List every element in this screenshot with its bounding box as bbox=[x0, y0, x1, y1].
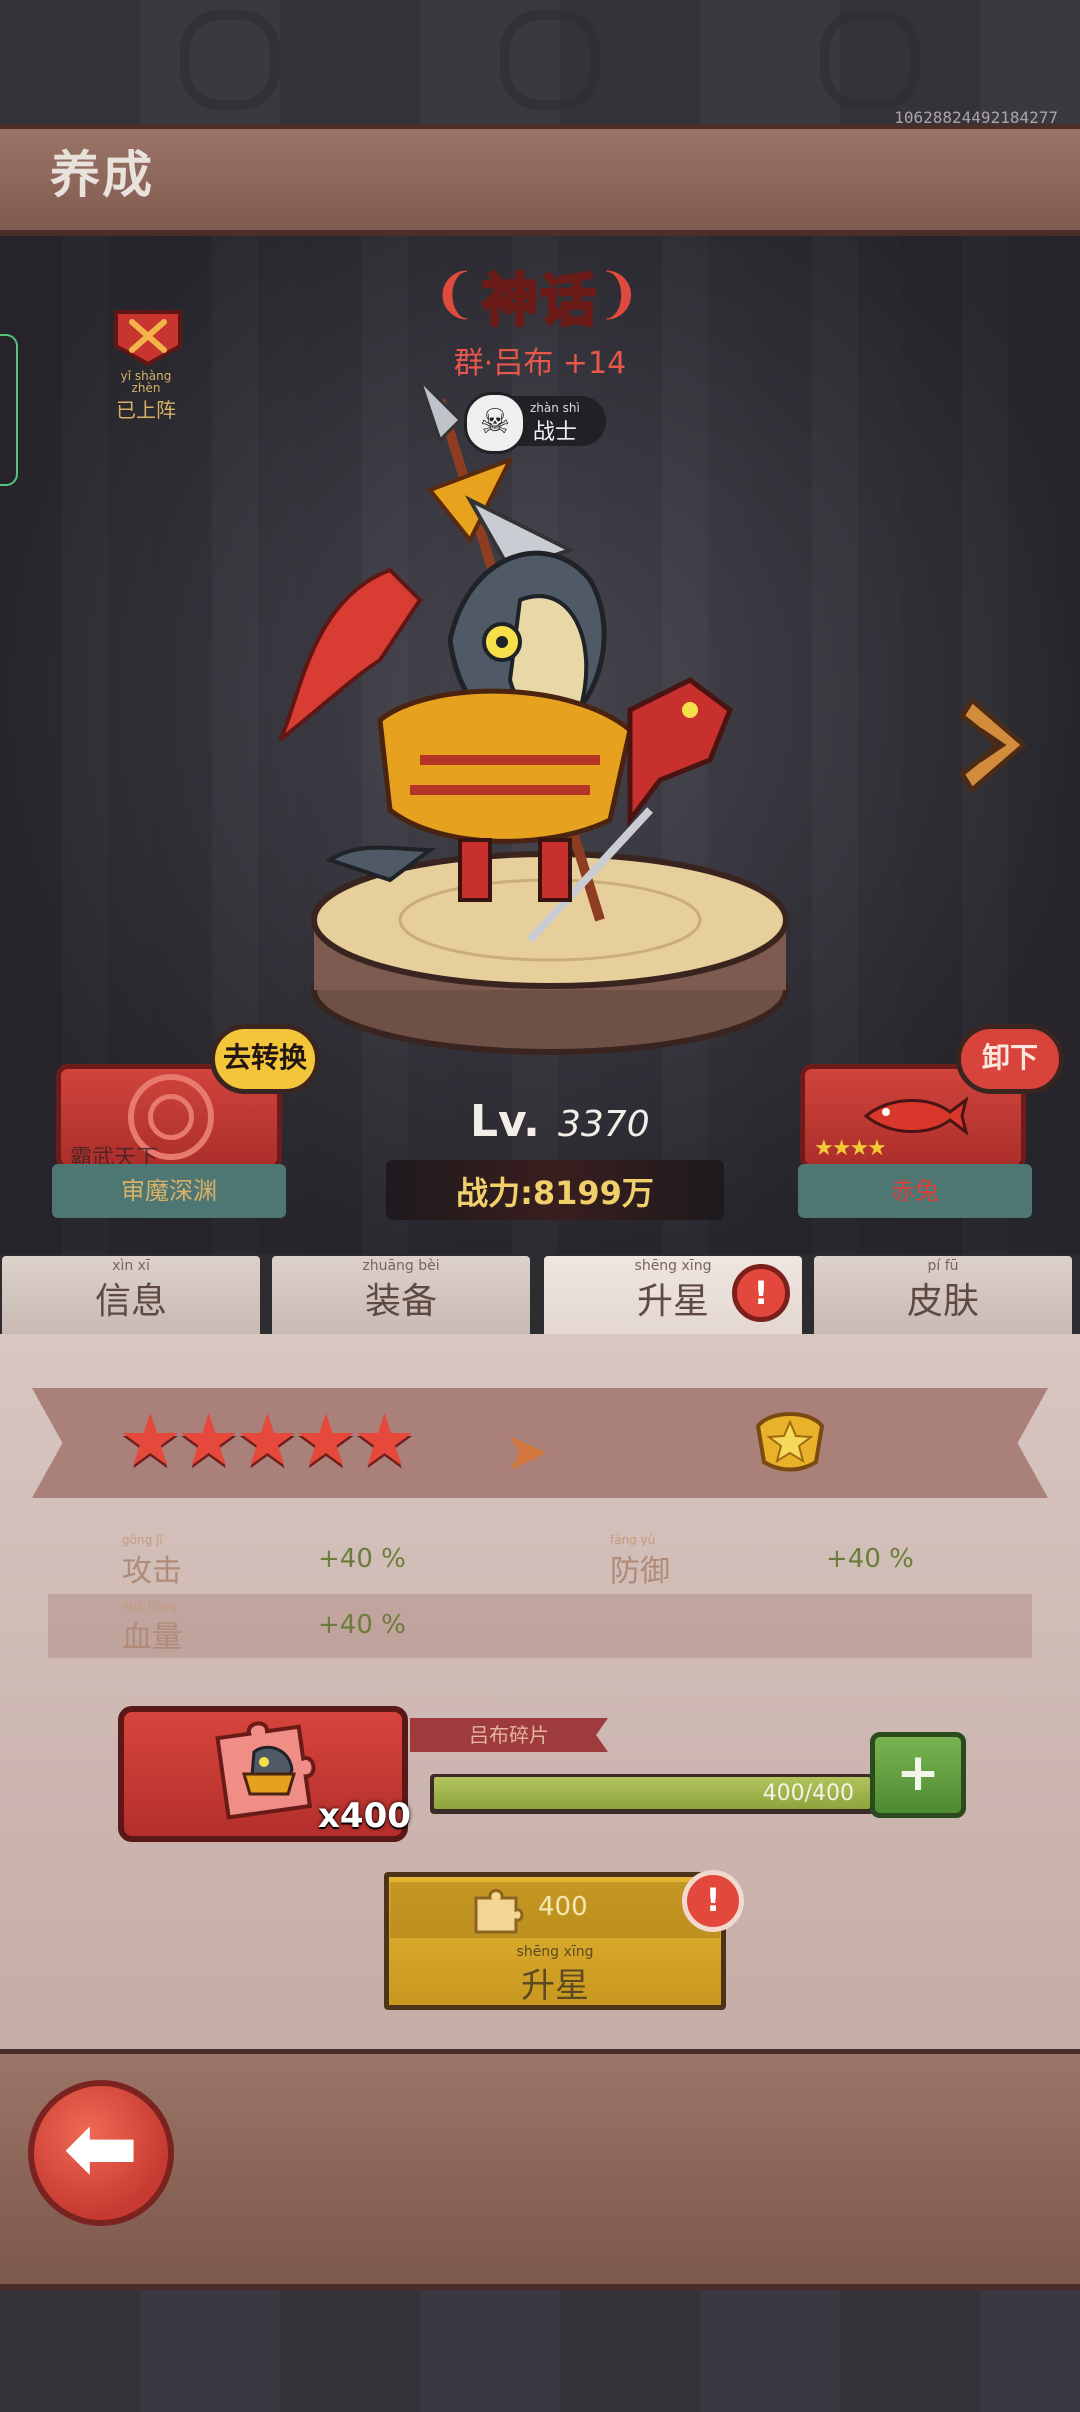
upgrade-label: 升星 bbox=[521, 1966, 589, 2006]
fragment-name: 吕布碎片 bbox=[410, 1718, 608, 1752]
stat-pinyin: gōng jī bbox=[122, 1533, 163, 1547]
add-fragment-button[interactable]: + bbox=[870, 1732, 966, 1818]
decor-ghost bbox=[820, 10, 920, 110]
tab-pinyin: zhuāng bèi bbox=[362, 1258, 440, 1274]
upgrade-cost: 400 bbox=[538, 1892, 588, 1922]
deployed-label-wrap: yǐ shàng zhèn 已上阵 bbox=[106, 370, 186, 423]
tab-info[interactable]: xìn xī 信息 bbox=[2, 1256, 260, 1334]
page-title: 养成 bbox=[50, 146, 154, 204]
chevron-right-icon: ➤ bbox=[504, 1420, 550, 1483]
red-fish-mount-icon bbox=[863, 1096, 969, 1136]
level-value: 3370 bbox=[558, 1104, 650, 1145]
combat-power: 战力:8199万 bbox=[456, 1174, 654, 1212]
current-stars: ★★★★★ bbox=[118, 1398, 417, 1482]
rarity-label-wrap: 神话 bbox=[440, 256, 640, 336]
rarity-label: 神话 bbox=[481, 268, 598, 336]
stat-defense-label: fáng yù 防御 bbox=[610, 1534, 670, 1590]
crossed-swords-badge-icon bbox=[114, 310, 182, 366]
stat-label: 血量 bbox=[122, 1620, 182, 1655]
stat-label: 攻击 bbox=[122, 1554, 182, 1589]
bottom-decor-strip bbox=[0, 2290, 1080, 2412]
arrow-left-icon: ⬅ bbox=[63, 2096, 139, 2201]
stat-hp-label: xuè liàng 血量 bbox=[122, 1600, 182, 1656]
title-bar bbox=[0, 124, 1080, 236]
side-drawer-tab[interactable] bbox=[0, 334, 18, 486]
deployed-pinyin: yǐ shàng zhèn bbox=[120, 369, 172, 395]
mount-stars: ★★★★ bbox=[814, 1136, 887, 1161]
hero-name: 群·吕布 +14 bbox=[453, 346, 627, 381]
back-button[interactable]: ⬅ bbox=[28, 2080, 174, 2226]
tab-skin[interactable]: pí fū 皮肤 bbox=[814, 1256, 1072, 1334]
tab-label: 升星 bbox=[636, 1281, 709, 1322]
alert-badge-icon: ! bbox=[682, 1870, 744, 1932]
decor-ghost bbox=[180, 10, 280, 110]
alert-badge-icon: ! bbox=[732, 1264, 790, 1322]
fragment-progress-text: 400/400 bbox=[762, 1781, 854, 1806]
stat-defense-value: +40 % bbox=[826, 1544, 914, 1574]
tab-label: 装备 bbox=[364, 1281, 437, 1322]
tab-pinyin: xìn xī bbox=[112, 1258, 150, 1274]
stat-hp-value: +40 % bbox=[318, 1610, 406, 1640]
stat-row-bg bbox=[48, 1594, 1032, 1658]
deployed-label: 已上阵 bbox=[116, 398, 176, 422]
fragment-count: x400 bbox=[318, 1796, 411, 1836]
stat-attack-label: gōng jī 攻击 bbox=[122, 1534, 182, 1590]
artifact-card-footer: 审魔深渊 bbox=[52, 1164, 286, 1218]
tab-label: 皮肤 bbox=[906, 1281, 979, 1322]
hero-fragment-icon bbox=[215, 1721, 316, 1820]
upgrade-label-wrap: shēng xīng 升星 bbox=[384, 1944, 726, 2007]
tab-label: 信息 bbox=[94, 1281, 167, 1322]
decor-ghost bbox=[500, 10, 600, 110]
tab-pinyin: pí fū bbox=[927, 1258, 959, 1274]
stat-label: 防御 bbox=[610, 1554, 670, 1589]
stat-pinyin: xuè liàng bbox=[122, 1599, 178, 1613]
mount-card-footer: 赤兔 bbox=[798, 1164, 1032, 1218]
level-prefix: Lv. bbox=[470, 1096, 540, 1147]
stat-pinyin: fáng yù bbox=[610, 1533, 656, 1547]
hero-illustration bbox=[278, 380, 789, 1055]
upgrade-pinyin: shēng xīng bbox=[516, 1944, 594, 1960]
stat-attack-value: +40 % bbox=[318, 1544, 406, 1574]
puzzle-piece-icon bbox=[474, 1889, 524, 1934]
unequip-button[interactable]: 卸下 bbox=[956, 1024, 1064, 1094]
swap-button[interactable]: 去转换 bbox=[210, 1024, 320, 1094]
chevron-right-icon[interactable] bbox=[958, 690, 1038, 800]
tab-equipment[interactable]: zhuāng bèi 装备 bbox=[272, 1256, 530, 1334]
gold-star-crown-icon bbox=[755, 1412, 825, 1472]
